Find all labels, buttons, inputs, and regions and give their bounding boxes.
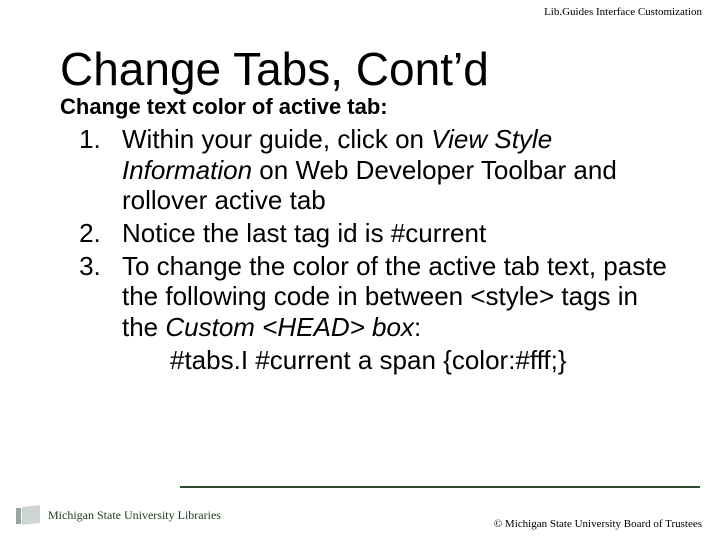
footer-copyright: © Michigan State University Board of Tru… [494, 518, 702, 530]
step-2: Notice the last tag id is #current [108, 218, 670, 249]
book-icon [16, 504, 42, 526]
step-3: To change the color of the active tab te… [108, 251, 670, 376]
slide-subtitle: Change text color of active tab: [60, 94, 388, 120]
step-2-text: Notice the last tag id is #current [122, 218, 486, 248]
step-3-text-c: : [414, 312, 421, 342]
footer-rule [180, 486, 700, 488]
steps-list: Within your guide, click on View Style I… [70, 124, 670, 375]
step-1-text-a: Within your guide, click on [122, 124, 431, 154]
header-label: Lib.Guides Interface Customization [544, 6, 702, 18]
step-1: Within your guide, click on View Style I… [108, 124, 670, 216]
footer: Michigan State University Libraries © Mi… [0, 478, 720, 540]
slide-title: Change Tabs, Cont’d [60, 42, 489, 96]
step-3-emphasis: Custom <HEAD> box [165, 312, 414, 342]
step-3-code: #tabs.I #current a span {color:#fff;} [122, 345, 670, 376]
footer-logo-text: Michigan State University Libraries [48, 508, 221, 523]
slide: Lib.Guides Interface Customization Chang… [0, 0, 720, 540]
footer-logo: Michigan State University Libraries [16, 504, 221, 526]
slide-body: Within your guide, click on View Style I… [70, 124, 670, 377]
